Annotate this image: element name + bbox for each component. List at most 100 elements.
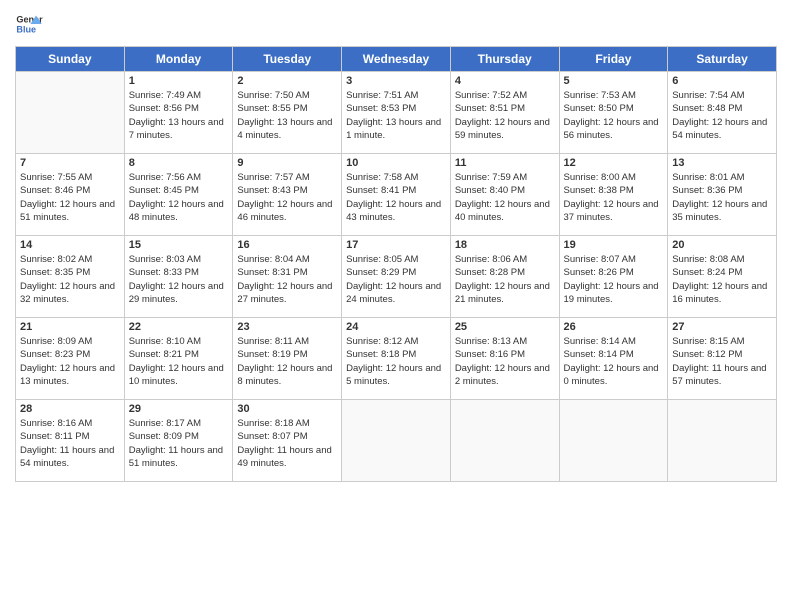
day-number: 9 — [237, 157, 337, 169]
day-number: 3 — [346, 75, 446, 87]
calendar-cell: 28 Sunrise: 8:16 AMSunset: 8:11 PMDayligh… — [16, 400, 125, 482]
calendar-cell: 29 Sunrise: 8:17 AMSunset: 8:09 PMDayligh… — [124, 400, 233, 482]
daylight: Daylight: 12 hours and 46 minutes. — [237, 199, 332, 223]
sunrise: Sunrise: 8:13 AM — [455, 336, 527, 347]
sunrise: Sunrise: 8:11 AM — [237, 336, 309, 347]
day-number: 12 — [564, 157, 664, 169]
day-info: Sunrise: 7:56 AMSunset: 8:45 PMDaylight:… — [129, 171, 229, 224]
day-info: Sunrise: 7:50 AMSunset: 8:55 PMDaylight:… — [237, 89, 337, 142]
sunset: Sunset: 8:19 PM — [237, 349, 307, 360]
day-number: 24 — [346, 321, 446, 333]
calendar-cell: 30Sunrise: 8:18 AMSunset: 8:07 PMDayligh… — [233, 400, 342, 482]
day-info: Sunrise: 7:52 AMSunset: 8:51 PMDaylight:… — [455, 89, 555, 142]
day-info: Sunrise: 8:16 AMSunset: 8:11 PMDaylight:… — [20, 417, 120, 470]
daylight: Daylight: 12 hours and 37 minutes. — [564, 199, 659, 223]
weekday-header: Wednesday — [342, 47, 451, 72]
day-number: 4 — [455, 75, 555, 87]
day-info: Sunrise: 7:53 AMSunset: 8:50 PMDaylight:… — [564, 89, 664, 142]
sunrise: Sunrise: 7:59 AM — [455, 172, 527, 183]
calendar-cell: 26Sunrise: 8:14 AMSunset: 8:14 PMDayligh… — [559, 318, 668, 400]
day-info: Sunrise: 8:13 AMSunset: 8:16 PMDaylight:… — [455, 335, 555, 388]
day-number: 17 — [346, 239, 446, 251]
daylight: Daylight: 12 hours and 8 minutes. — [237, 363, 332, 387]
day-info: Sunrise: 7:49 AMSunset: 8:56 PMDaylight:… — [129, 89, 229, 142]
sunset: Sunset: 8:18 PM — [346, 349, 416, 360]
day-info: Sunrise: 8:04 AMSunset: 8:31 PMDaylight:… — [237, 253, 337, 306]
day-number: 18 — [455, 239, 555, 251]
calendar-cell: 15Sunrise: 8:03 AMSunset: 8:33 PMDayligh… — [124, 236, 233, 318]
calendar-cell: 24 Sunrise: 8:12 AMSunset: 8:18 PMDayligh… — [342, 318, 451, 400]
weekday-header: Tuesday — [233, 47, 342, 72]
sunrise: Sunrise: 7:57 AM — [237, 172, 309, 183]
daylight: Daylight: 12 hours and 59 minutes. — [455, 117, 550, 141]
calendar-cell: 7Sunrise: 7:55 AMSunset: 8:46 PMDaylight… — [16, 154, 125, 236]
daylight: Daylight: 12 hours and 2 minutes. — [455, 363, 550, 387]
sunrise: Sunrise: 8:18 AM — [237, 418, 309, 429]
logo-icon: General Blue — [15, 10, 43, 38]
sunset: Sunset: 8:31 PM — [237, 267, 307, 278]
sunset: Sunset: 8:35 PM — [20, 267, 90, 278]
daylight: Daylight: 11 hours and 57 minutes. — [672, 363, 766, 387]
day-number: 27 — [672, 321, 772, 333]
calendar-cell: 1Sunrise: 7:49 AMSunset: 8:56 PMDaylight… — [124, 72, 233, 154]
day-number: 16 — [237, 239, 337, 251]
weekday-header: Thursday — [450, 47, 559, 72]
calendar-cell: 5Sunrise: 7:53 AMSunset: 8:50 PMDaylight… — [559, 72, 668, 154]
sunrise: Sunrise: 7:52 AM — [455, 90, 527, 101]
daylight: Daylight: 11 hours and 49 minutes. — [237, 445, 331, 469]
sunrise: Sunrise: 8:04 AM — [237, 254, 309, 265]
sunset: Sunset: 8:55 PM — [237, 103, 307, 114]
sunrise: Sunrise: 7:49 AM — [129, 90, 201, 101]
daylight: Daylight: 12 hours and 0 minutes. — [564, 363, 659, 387]
day-info: Sunrise: 7:58 AMSunset: 8:41 PMDaylight:… — [346, 171, 446, 224]
sunset: Sunset: 8:09 PM — [129, 431, 199, 442]
calendar-cell: 2Sunrise: 7:50 AMSunset: 8:55 PMDaylight… — [233, 72, 342, 154]
day-info: Sunrise: 8:17 AMSunset: 8:09 PMDaylight:… — [129, 417, 229, 470]
day-info: Sunrise: 8:09 AMSunset: 8:23 PMDaylight:… — [20, 335, 120, 388]
calendar-week-row: 21 Sunrise: 8:09 AMSunset: 8:23 PMDayligh… — [16, 318, 777, 400]
daylight: Daylight: 12 hours and 43 minutes. — [346, 199, 441, 223]
day-number: 30 — [237, 403, 337, 415]
sunrise: Sunrise: 7:51 AM — [346, 90, 418, 101]
day-number: 21 — [20, 321, 120, 333]
weekday-header: Saturday — [668, 47, 777, 72]
sunset: Sunset: 8:26 PM — [564, 267, 634, 278]
daylight: Daylight: 12 hours and 56 minutes. — [564, 117, 659, 141]
calendar-cell: 11 Sunrise: 7:59 AM Sunset: 8:40 PM Dayligh… — [450, 154, 559, 236]
sunset: Sunset: 8:45 PM — [129, 185, 199, 196]
daylight: Daylight: 12 hours and 13 minutes. — [20, 363, 115, 387]
sunset: Sunset: 8:56 PM — [129, 103, 199, 114]
day-number: 29 — [129, 403, 229, 415]
calendar-cell: 16Sunrise: 8:04 AMSunset: 8:31 PMDayligh… — [233, 236, 342, 318]
sunset: Sunset: 8:48 PM — [672, 103, 742, 114]
day-number: 10 — [346, 157, 446, 169]
day-info: Sunrise: 8:10 AMSunset: 8:21 PMDaylight:… — [129, 335, 229, 388]
calendar-cell: 3Sunrise: 7:51 AMSunset: 8:53 PMDaylight… — [342, 72, 451, 154]
daylight: Daylight: 12 hours and 40 minutes. — [455, 199, 550, 223]
day-number: 28 — [20, 403, 120, 415]
sunrise: Sunrise: 8:07 AM — [564, 254, 636, 265]
calendar-week-row: 28 Sunrise: 8:16 AMSunset: 8:11 PMDayligh… — [16, 400, 777, 482]
day-number: 11 — [455, 157, 555, 169]
calendar-week-row: 1Sunrise: 7:49 AMSunset: 8:56 PMDaylight… — [16, 72, 777, 154]
daylight: Daylight: 13 hours and 1 minute. — [346, 117, 441, 141]
daylight: Daylight: 12 hours and 21 minutes. — [455, 281, 550, 305]
calendar-cell: 19Sunrise: 8:07 AMSunset: 8:26 PMDayligh… — [559, 236, 668, 318]
daylight: Daylight: 12 hours and 5 minutes. — [346, 363, 441, 387]
sunset: Sunset: 8:28 PM — [455, 267, 525, 278]
day-info: Sunrise: 7:54 AMSunset: 8:48 PMDaylight:… — [672, 89, 772, 142]
day-info: Sunrise: 8:12 AMSunset: 8:18 PMDaylight:… — [346, 335, 446, 388]
daylight: Daylight: 12 hours and 54 minutes. — [672, 117, 767, 141]
daylight: Daylight: 12 hours and 35 minutes. — [672, 199, 767, 223]
sunrise: Sunrise: 7:56 AM — [129, 172, 201, 183]
sunset: Sunset: 8:21 PM — [129, 349, 199, 360]
calendar-cell: 9Sunrise: 7:57 AMSunset: 8:43 PMDaylight… — [233, 154, 342, 236]
sunset: Sunset: 8:33 PM — [129, 267, 199, 278]
sunset: Sunset: 8:50 PM — [564, 103, 634, 114]
calendar-cell: 8Sunrise: 7:56 AMSunset: 8:45 PMDaylight… — [124, 154, 233, 236]
sunrise: Sunrise: 8:08 AM — [672, 254, 744, 265]
sunset: Sunset: 8:40 PM — [455, 185, 525, 196]
day-info: Sunrise: 8:11 AM Sunset: 8:19 PM Daylight:… — [237, 335, 337, 388]
daylight: Daylight: 12 hours and 32 minutes. — [20, 281, 115, 305]
sunset: Sunset: 8:41 PM — [346, 185, 416, 196]
